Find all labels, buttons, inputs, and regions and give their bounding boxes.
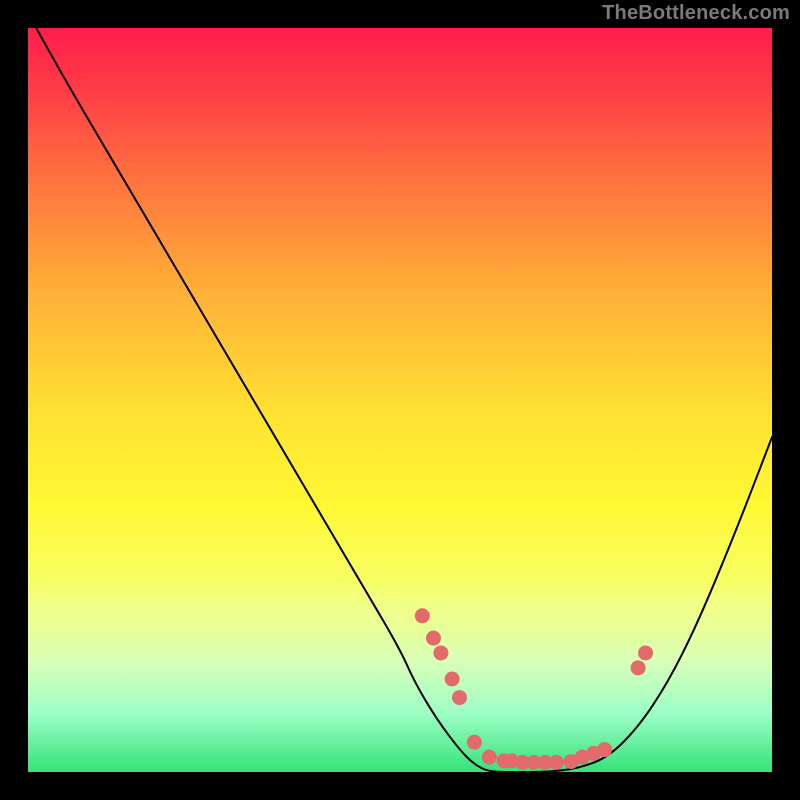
- watermark-text: TheBottleneck.com: [602, 2, 790, 25]
- data-point: [452, 690, 467, 705]
- chart-svg: [28, 28, 772, 772]
- data-point: [631, 660, 646, 675]
- data-point: [445, 672, 460, 687]
- data-point: [482, 750, 497, 765]
- data-point: [415, 608, 430, 623]
- data-point: [467, 735, 482, 750]
- data-point: [549, 755, 564, 770]
- data-point: [638, 645, 653, 660]
- chart-container: TheBottleneck.com: [0, 0, 800, 800]
- curve-line: [28, 13, 772, 772]
- data-point: [426, 631, 441, 646]
- data-points: [415, 608, 653, 770]
- data-point: [597, 742, 612, 757]
- plot-area: [28, 28, 772, 772]
- data-point: [433, 645, 448, 660]
